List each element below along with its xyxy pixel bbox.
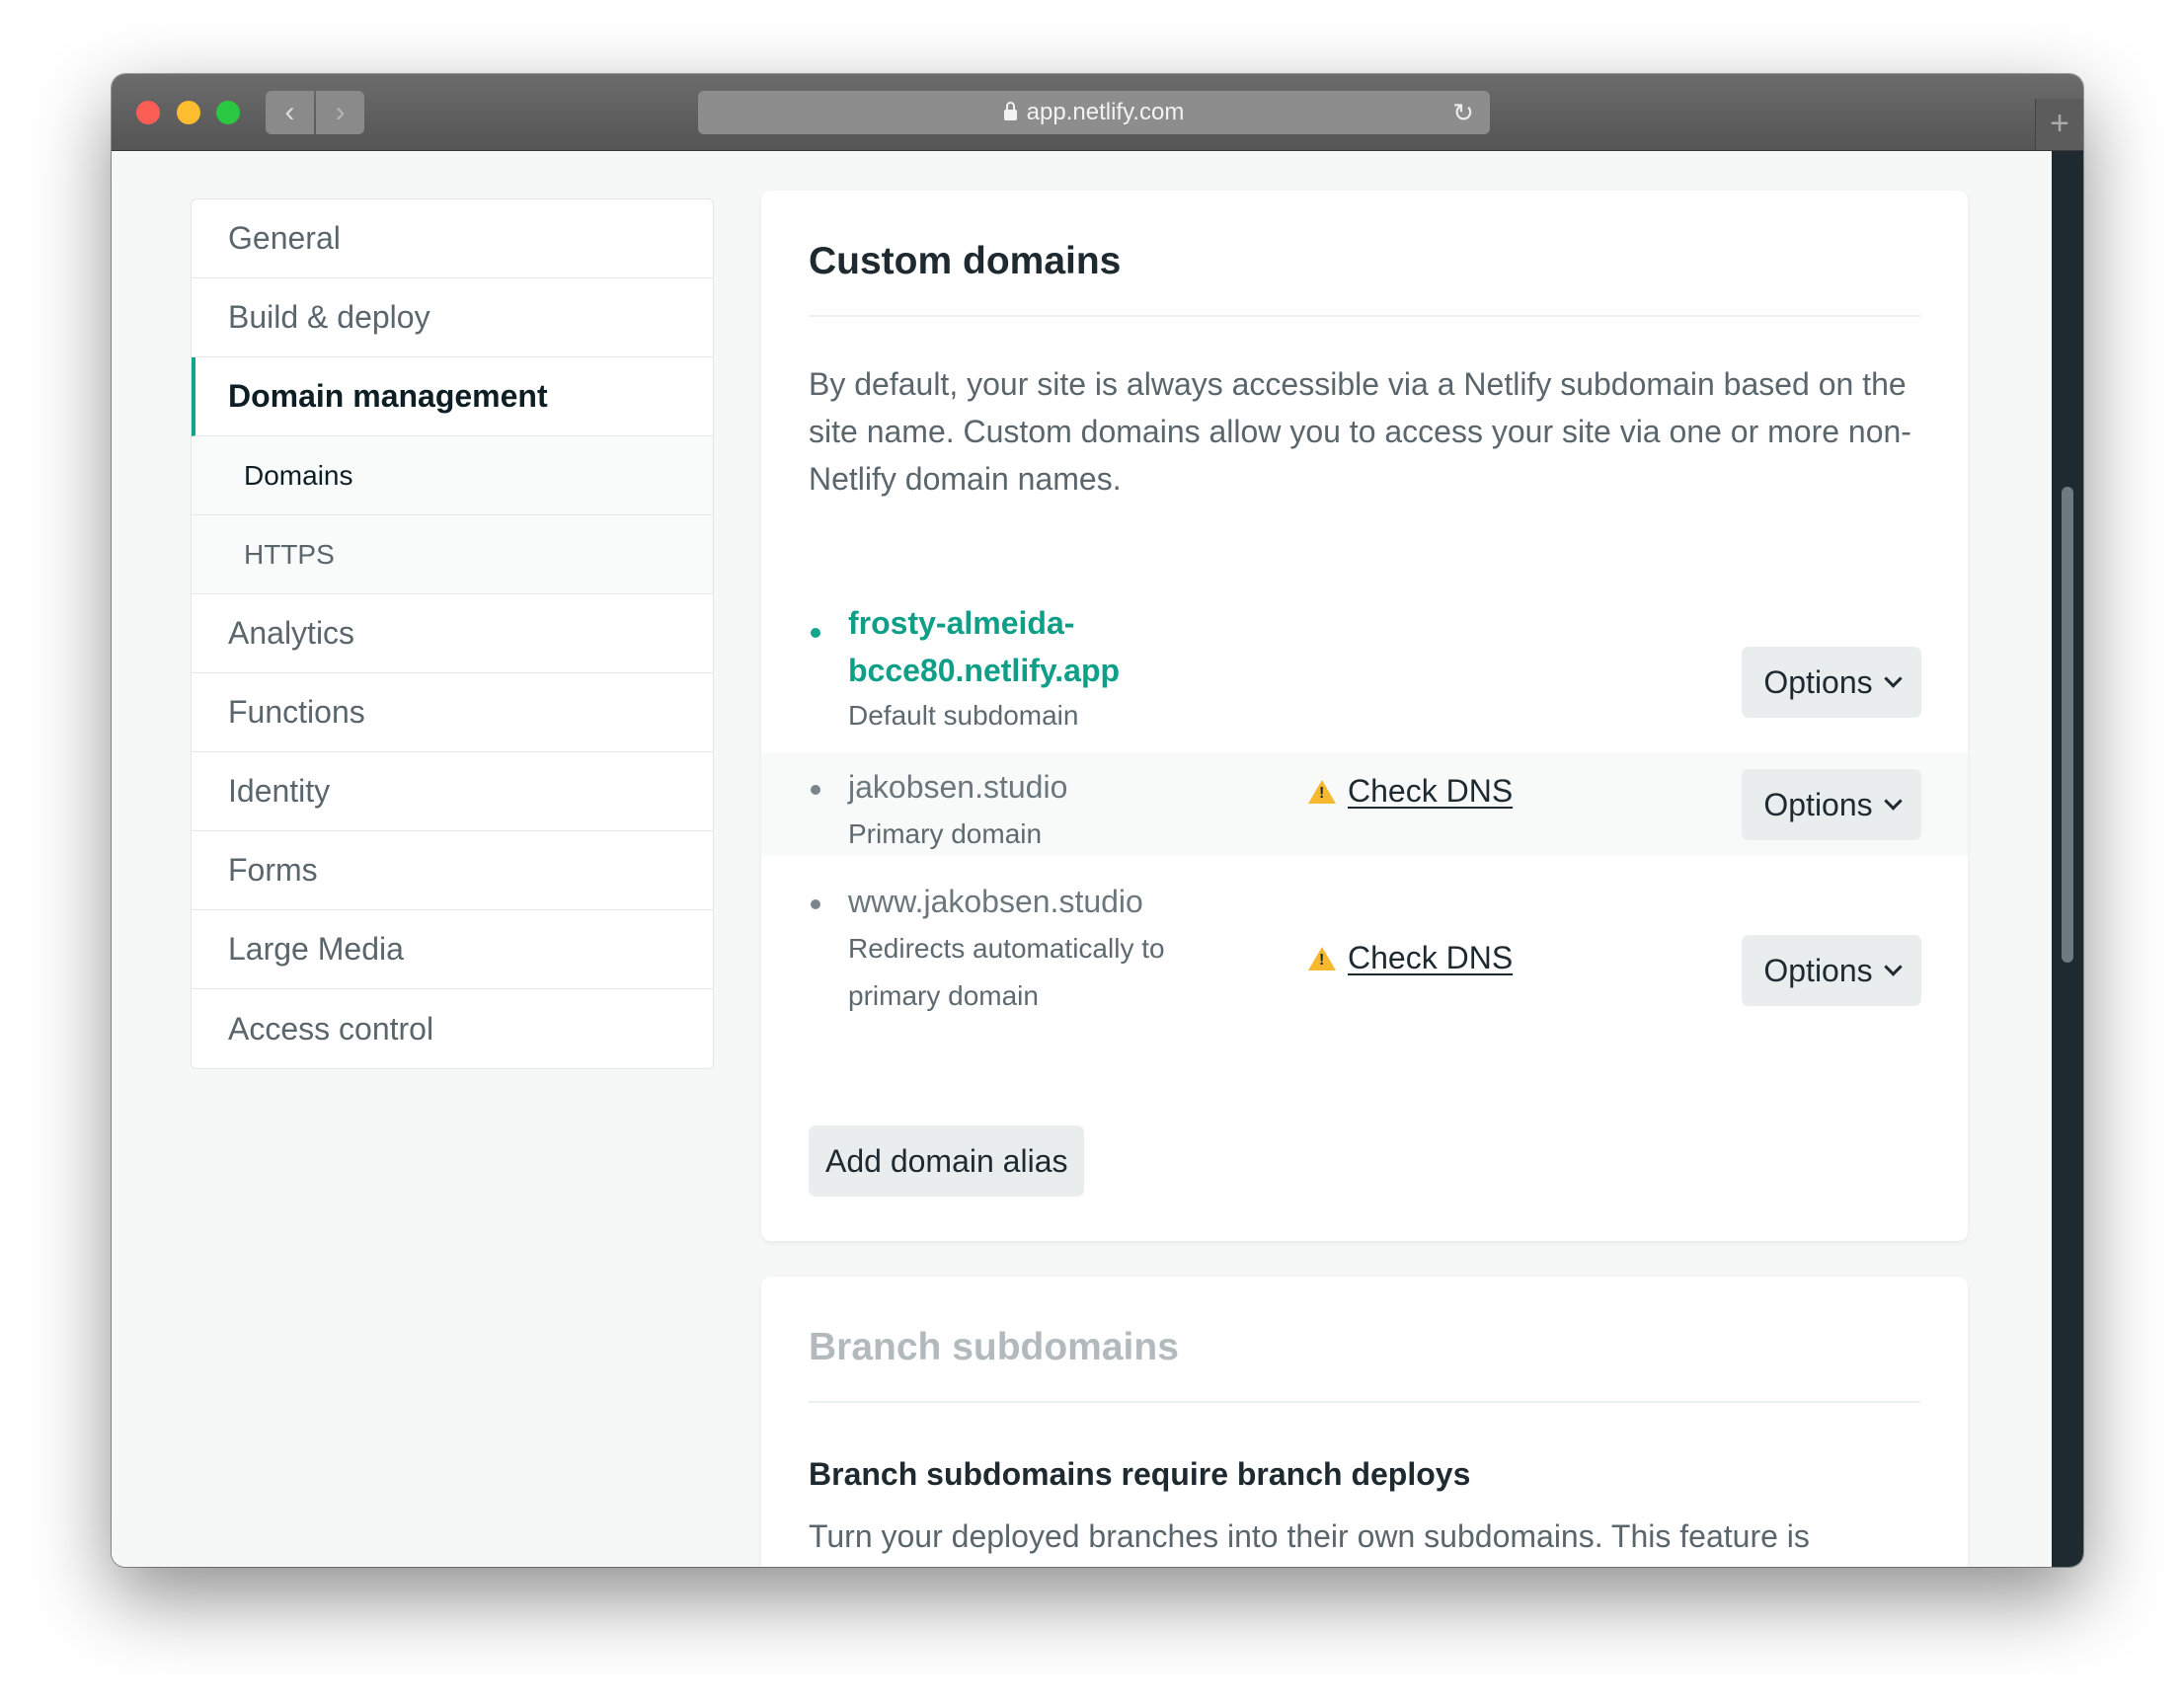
branch-subdomains-text: Turn your deployed branches into their o…: [809, 1518, 1810, 1554]
sidebar-item-analytics[interactable]: Analytics: [192, 594, 713, 673]
domain-row-www-redirect: www.jakobsen.studio Redirects automatica…: [761, 856, 1968, 1034]
divider: [809, 315, 1920, 317]
sidebar-item-general[interactable]: General: [192, 199, 713, 278]
address-url: app.netlify.com: [1026, 99, 1185, 125]
branch-subdomains-title: Branch subdomains: [809, 1326, 1179, 1368]
status-dot-icon: [811, 785, 820, 795]
scrollbar-thumb[interactable]: [2062, 487, 2073, 963]
new-tab-button[interactable]: +: [2035, 99, 2083, 150]
chevron-down-icon: [1883, 668, 1903, 688]
domain-role-label: Primary domain: [848, 818, 1043, 849]
address-bar[interactable]: app.netlify.com ↻: [698, 91, 1490, 134]
status-dot-icon: [811, 899, 820, 909]
options-dropdown-button[interactable]: Options: [1742, 647, 1921, 718]
chevron-right-icon: ›: [335, 96, 346, 128]
domain-name: jakobsen.studio: [848, 769, 1068, 805]
maximize-window-button[interactable]: [216, 101, 240, 124]
lock-icon: [1003, 101, 1017, 120]
minimize-window-button[interactable]: [177, 101, 200, 124]
divider: [809, 1401, 1920, 1403]
page-content: General Build & deploy Domain management…: [112, 151, 2083, 1567]
options-dropdown-button[interactable]: Options: [1742, 935, 1921, 1006]
sidebar-item-domain-management[interactable]: Domain management: [192, 357, 713, 436]
options-label: Options: [1763, 663, 1873, 700]
custom-domains-intro: By default, your site is always accessib…: [809, 366, 1911, 497]
chevron-down-icon: [1883, 957, 1903, 976]
reload-icon[interactable]: ↻: [1450, 100, 1476, 125]
domain-role-label: primary domain: [848, 980, 1039, 1011]
check-dns-label: Check DNS: [1348, 940, 1514, 975]
vertical-scrollbar[interactable]: [2052, 151, 2083, 1567]
chevron-down-icon: [1883, 791, 1903, 811]
custom-domains-title: Custom domains: [809, 240, 1122, 282]
plus-icon: +: [2050, 105, 2069, 142]
options-label: Options: [1763, 786, 1873, 822]
browser-titlebar: ‹ › app.netlify.com ↻ +: [112, 74, 2083, 151]
sidebar-item-large-media[interactable]: Large Media: [192, 910, 713, 989]
sidebar-item-forms[interactable]: Forms: [192, 831, 713, 910]
status-dot-icon: [811, 628, 820, 638]
options-dropdown-button[interactable]: Options: [1742, 769, 1921, 840]
check-dns-link[interactable]: Check DNS: [1308, 773, 1513, 810]
sidebar-item-access-control[interactable]: Access control: [192, 989, 713, 1068]
settings-sidebar: General Build & deploy Domain management…: [191, 198, 714, 1069]
chevron-left-icon: ‹: [284, 96, 295, 128]
domain-role-label: Redirects automatically to: [848, 933, 1165, 964]
domain-row-primary: jakobsen.studio Primary domain Check DNS…: [761, 753, 1968, 856]
branch-subdomains-card: Branch subdomains Branch subdomains requ…: [761, 1277, 1968, 1567]
domain-name-link[interactable]: bcce80.netlify.app: [848, 647, 1120, 694]
forward-button[interactable]: ›: [316, 91, 364, 134]
warning-icon: [1308, 779, 1336, 804]
back-button[interactable]: ‹: [266, 91, 314, 134]
custom-domains-card: Custom domains By default, your site is …: [761, 191, 1968, 1241]
sidebar-item-functions[interactable]: Functions: [192, 673, 713, 752]
domain-row-default: frosty-almeida- bcce80.netlify.app Defau…: [761, 583, 1968, 753]
domain-role-label: Default subdomain: [848, 700, 1079, 731]
close-window-button[interactable]: [136, 101, 160, 124]
domain-name-link[interactable]: frosty-almeida-: [848, 599, 1074, 647]
domain-name: www.jakobsen.studio: [848, 884, 1143, 919]
browser-window: ‹ › app.netlify.com ↻ + General Build & …: [112, 74, 2083, 1567]
check-dns-link[interactable]: Check DNS: [1308, 940, 1513, 976]
options-label: Options: [1763, 952, 1873, 988]
warning-icon: [1308, 946, 1336, 970]
check-dns-label: Check DNS: [1348, 773, 1514, 809]
add-domain-alias-button[interactable]: Add domain alias: [809, 1126, 1085, 1197]
branch-subdomains-subtitle: Branch subdomains require branch deploys: [809, 1456, 1471, 1492]
sidebar-item-build-deploy[interactable]: Build & deploy: [192, 278, 713, 357]
sidebar-subitem-domains[interactable]: Domains: [192, 436, 713, 515]
sidebar-subitem-https[interactable]: HTTPS: [192, 515, 713, 594]
sidebar-item-identity[interactable]: Identity: [192, 752, 713, 831]
